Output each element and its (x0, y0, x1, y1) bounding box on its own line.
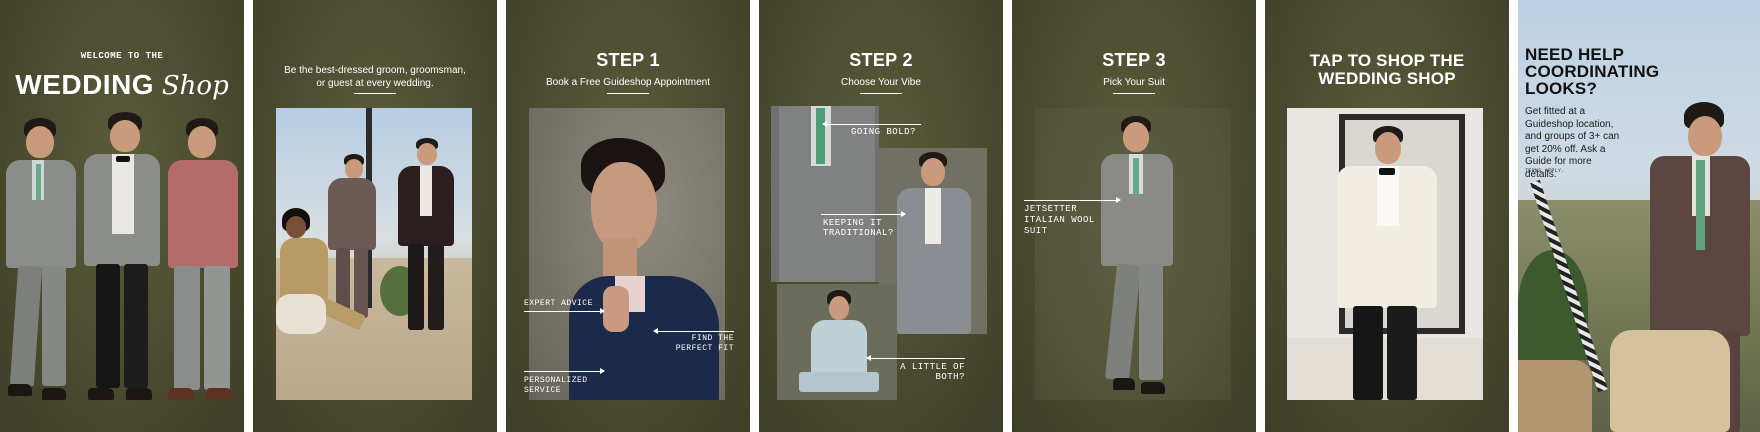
guideshop-portrait-photo (529, 108, 725, 400)
leather-chair-left (1518, 360, 1592, 432)
callout-traditional: KEEPING IT TRADITIONAL? (823, 218, 894, 238)
step-3-title: STEP 3 (1102, 50, 1166, 70)
wedding-shop-title: WEDDING Shop (0, 69, 244, 102)
callout-trad-line1: KEEPING IT (823, 218, 883, 228)
step-2-title: STEP 2 (849, 50, 913, 70)
callout-service-line1: PERSONALIZED (524, 376, 588, 385)
callout-trad-line2: TRADITIONAL? (823, 228, 894, 238)
callout-both-line2: BOTH? (935, 372, 965, 382)
callout-fit-arrow (653, 328, 734, 334)
model-tuxedo-center (78, 112, 164, 408)
callout-bold-arrow (822, 121, 921, 127)
step-1-divider (607, 93, 649, 94)
callout-expert-arrow (524, 308, 605, 314)
callout-service-arrow (524, 368, 605, 374)
jetsetter-suit-photo (1035, 108, 1231, 400)
shop-cta-title[interactable]: TAP TO SHOP THE WEDDING SHOP (1265, 52, 1509, 88)
terms-apply[interactable]: TERMS APPLY. (1525, 168, 1565, 174)
step-1-title: STEP 1 (596, 50, 660, 70)
story-panel-step-1[interactable]: STEP 1 Book a Free Guideshop Appointment… (506, 0, 750, 432)
light-suit-photo (777, 284, 897, 400)
callout-perfect-fit: FIND THE PERFECT FIT (666, 334, 734, 354)
white-dinner-jacket-photo (1287, 108, 1483, 400)
step-3-subtitle: Pick Your Suit (1103, 77, 1165, 88)
story-panel-coordinate-looks[interactable]: NEED HELP COORDINATING LOOKS? Get fitted… (1518, 0, 1760, 432)
story-panel-intro[interactable]: Be the best-dressed groom, groomsman, or… (253, 0, 497, 432)
coordinate-title-line1: NEED HELP (1525, 45, 1625, 64)
leather-chair (1610, 330, 1730, 432)
callout-fit-line1: FIND THE (691, 334, 734, 343)
step-3-divider (1113, 93, 1155, 94)
model-red-shirt-right (160, 118, 244, 408)
coordinate-title: NEED HELP COORDINATING LOOKS? (1525, 46, 1659, 97)
intro-divider (354, 93, 396, 94)
callout-personalized-service: PERSONALIZED SERVICE (524, 376, 588, 396)
story-panel-step-3[interactable]: STEP 3 Pick Your Suit JETSETTER ITALIAN … (1012, 0, 1256, 432)
story-panel-shop-cta[interactable]: TAP TO SHOP THE WEDDING SHOP (1265, 0, 1509, 432)
patio-group-photo (276, 108, 472, 400)
callout-both-line1: A LITTLE OF (900, 362, 965, 372)
shop-cta-line1: TAP TO SHOP THE (1309, 51, 1465, 70)
story-panel-step-2[interactable]: STEP 2 Choose Your Vibe GOING BOLD? KEEP… (759, 0, 1003, 432)
story-panel-welcome[interactable]: WELCOME TO THE WEDDING Shop (0, 0, 244, 432)
callout-both-arrow (866, 355, 965, 361)
step-2-subtitle: Choose Your Vibe (841, 77, 921, 88)
callout-expert-advice: EXPERT ADVICE (524, 299, 593, 308)
callout-jetsetter-line3: SUIT (1024, 226, 1048, 236)
callout-fit-line2: PERFECT FIT (675, 344, 734, 353)
welcome-kicker: WELCOME TO THE (80, 51, 164, 61)
callout-traditional-arrow (821, 211, 906, 217)
callout-jetsetter: JETSETTER ITALIAN WOOL SUIT (1024, 204, 1095, 237)
callout-jetsetter-line1: JETSETTER (1024, 204, 1078, 214)
callout-going-bold: GOING BOLD? (851, 127, 916, 137)
coordinate-title-line2: COORDINATING (1525, 62, 1660, 81)
model-grey-suit-left (2, 118, 78, 408)
step-1-subtitle: Book a Free Guideshop Appointment (546, 77, 710, 88)
coordinate-title-line3: LOOKS? (1525, 79, 1598, 98)
wedding-title-bold: WEDDING (15, 69, 155, 100)
intro-tagline: Be the best-dressed groom, groomsman, or… (284, 65, 466, 89)
callout-jetsetter-line2: ITALIAN WOOL (1024, 215, 1095, 225)
callout-service-line2: SERVICE (524, 386, 562, 395)
shop-cta-line2: WEDDING SHOP (1318, 69, 1456, 88)
callout-jetsetter-arrow (1024, 197, 1121, 203)
shop-title-script: Shop (161, 71, 229, 101)
step-2-divider (860, 93, 902, 94)
callout-little-of-both: A LITTLE OF BOTH? (891, 362, 965, 382)
